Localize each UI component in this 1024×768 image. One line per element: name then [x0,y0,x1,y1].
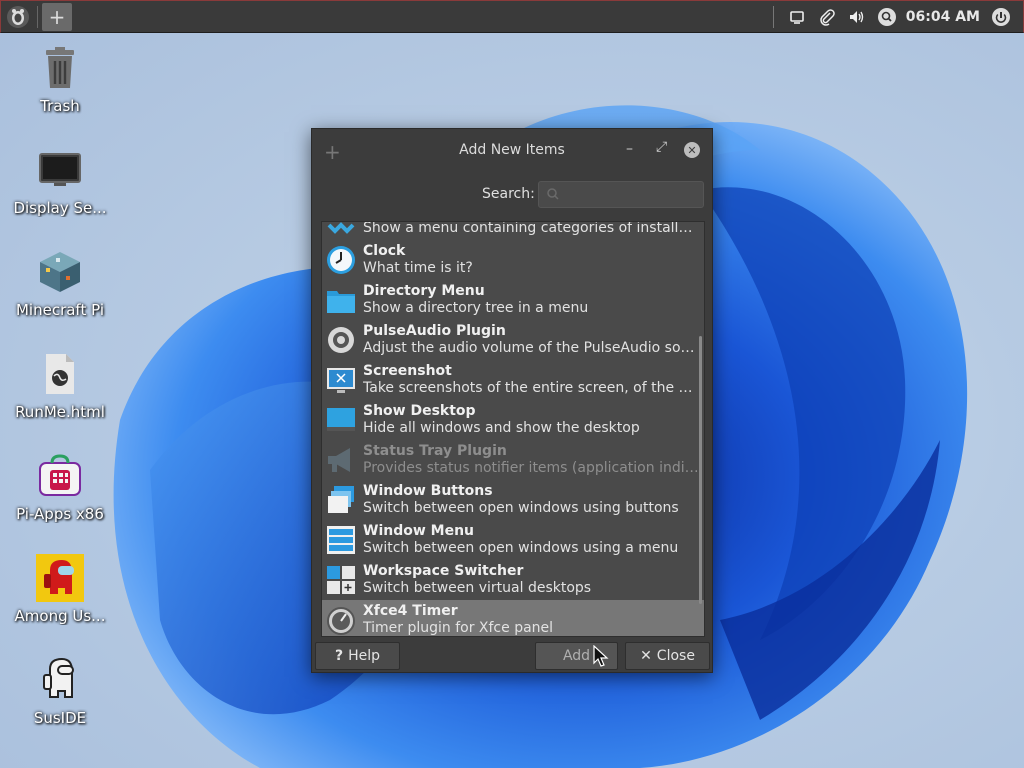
list-item[interactable]: Screenshot Take screenshots of the entir… [322,360,704,400]
item-description: Switch between open windows using a menu [363,540,679,556]
list-item[interactable]: Directory Menu Show a directory tree in … [322,280,704,320]
item-name: Window Buttons [363,483,493,499]
item-description: Provides status notifier items (applicat… [363,460,701,476]
desktop-icon-pi-apps[interactable]: Pi-Apps x86 [8,452,112,523]
list-item[interactable]: Window Buttons Switch between open windo… [322,480,704,520]
panel-clock[interactable]: 06:04 AM [906,9,980,25]
list-item[interactable]: Show Desktop Hide all windows and show t… [322,400,704,440]
megaphone-icon [326,445,356,475]
tray-separator [772,5,774,28]
search-icon [547,188,559,200]
paperclip-icon[interactable] [815,5,839,29]
speaker-icon [326,325,356,355]
plus-icon: + [48,4,66,29]
item-name: Xfce4 Timer [363,603,458,619]
window-menu-icon [326,525,356,555]
item-description: What time is it? [363,260,473,276]
list-scrollbar[interactable] [699,336,702,604]
desktop-icon-label: SusIDE [33,709,87,727]
close-button-label: Close [656,648,695,664]
html-file-icon [36,350,84,398]
item-name: Show Desktop [363,403,476,419]
item-name: Directory Menu [363,283,485,299]
list-item[interactable]: Status Tray Plugin Provides status notif… [322,440,704,480]
close-window-button[interactable]: ✕ [684,142,700,158]
desktop-icon-label: Pi-Apps x86 [16,505,104,523]
whisker-menu-button[interactable] [7,5,29,28]
suside-icon [36,656,84,704]
item-description: Switch between open windows using button… [363,500,679,516]
monitor-icon [36,146,84,194]
help-button[interactable]: ? Help [315,642,400,670]
plugin-list[interactable]: Show a menu containing categories of ins… [321,221,705,637]
close-button[interactable]: ✕ Close [625,642,710,670]
item-name: Clock [363,243,406,259]
among-us-icon [36,554,84,602]
item-description: Switch between virtual desktops [363,580,592,596]
trash-icon [36,44,84,92]
close-icon: ✕ [687,143,697,157]
power-icon[interactable] [989,5,1013,29]
mouse-cursor-icon [593,645,609,667]
workspace-icon [326,565,356,595]
panel-add-button[interactable]: + [42,2,72,31]
item-name: Workspace Switcher [363,563,524,579]
add-button-label: Add [562,648,591,664]
panel-separator [37,5,38,28]
item-description: Show a menu containing categories of ins… [363,221,701,236]
minecraft-icon [36,248,84,296]
item-name: Window Menu [363,523,475,539]
desktop-icon-suside[interactable]: SusIDE [8,656,112,727]
desktop-icon-label: Trash [40,97,80,115]
timer-icon [326,605,356,635]
window-icon[interactable] [785,5,809,29]
desktop-icon-label: RunMe.html [15,403,105,421]
volume-icon[interactable] [845,5,869,29]
applications-menu-icon [326,222,356,235]
add-new-items-dialog: + Add New Items – ⤢ ✕ Search: Show a men… [311,128,713,673]
item-description: Take screenshots of the entire screen, o… [363,380,701,396]
item-name: Screenshot [363,363,452,379]
list-item[interactable]: Workspace Switcher Switch between virtua… [322,560,704,600]
search-label: Search: [482,186,535,202]
screenshot-icon [326,365,356,395]
mouse-logo-icon [12,8,24,25]
item-description: Timer plugin for Xfce panel [363,620,554,636]
desktop-icon-label: Minecraft Pi [15,301,104,319]
list-item[interactable]: Clock What time is it? [322,240,704,280]
close-icon: ✕ [640,648,652,664]
top-panel: + 06:04 AM [0,0,1024,33]
window-buttons-icon [326,485,356,515]
desktop-icon-trash[interactable]: Trash [8,44,112,115]
clock-icon [326,245,356,275]
desktop-icon-label: Among Us... [14,607,106,625]
dialog-title: Add New Items [459,142,565,158]
show-desktop-icon [326,405,356,435]
minimize-button[interactable]: – [626,141,633,157]
item-description: Show a directory tree in a menu [363,300,589,316]
folder-icon [326,285,356,315]
list-item[interactable]: Show a menu containing categories of ins… [322,221,704,240]
item-description: Adjust the audio volume of the PulseAudi… [363,340,701,356]
list-item[interactable]: Window Menu Switch between open windows … [322,520,704,560]
desktop-icon-label: Display Se... [13,199,107,217]
maximize-button[interactable]: ⤢ [656,139,667,155]
item-description: Hide all windows and show the desktop [363,420,640,436]
desktop-icon-among-us[interactable]: Among Us... [8,554,112,625]
help-button-label: Help [348,648,381,664]
desktop-icon-minecraft-pi[interactable]: Minecraft Pi [8,248,112,319]
desktop-icon-display-settings[interactable]: Display Se... [8,146,112,217]
list-item[interactable]: PulseAudio Plugin Adjust the audio volum… [322,320,704,360]
help-icon: ? [334,648,344,664]
dialog-titlebar[interactable]: + Add New Items – ⤢ ✕ [312,129,712,173]
pi-apps-icon [36,452,84,500]
item-name: Status Tray Plugin [363,443,507,459]
search-icon[interactable] [875,5,899,29]
list-item-selected[interactable]: Xfce4 Timer Timer plugin for Xfce panel [322,600,704,636]
item-name: PulseAudio Plugin [363,323,506,339]
desktop-icon-runme-html[interactable]: RunMe.html [8,350,112,421]
search-input[interactable] [538,181,704,208]
search-row: Search: [312,181,712,209]
